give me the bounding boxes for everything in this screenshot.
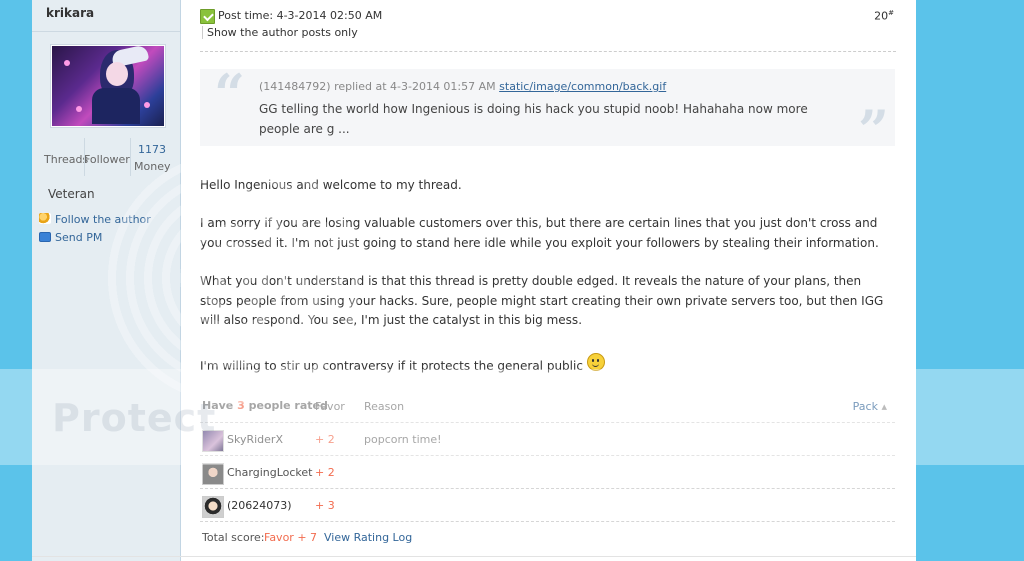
quote-text: GG telling the world how Ingenious is do… [259,102,808,136]
follow-icon [39,213,51,224]
stat-money[interactable]: 1173 Money [130,138,174,178]
rating-count-value: 3 [237,399,245,412]
post-paragraph: What you don't understand is that this t… [200,274,884,327]
follow-label: Follow the author [55,213,151,226]
chevron-up-icon: ▴ [881,400,887,413]
follow-author-link[interactable]: Follow the author [39,213,151,226]
pm-label: Send PM [55,231,103,244]
view-rating-log-link[interactable]: View Rating Log [324,531,412,544]
divider [32,31,180,32]
post-paragraph: I'm willing to stir up contraversy if it… [200,359,583,373]
rater-reason: popcorn time! [364,433,442,446]
quote-meta-text: (141484792) replied at 4-3-2014 01:57 AM [259,80,496,93]
quote-back-link[interactable]: static/image/common/back.gif [499,80,666,93]
rating-section: Have 3 people rated Favor Reason Pack ▴ … [200,396,895,550]
close-quote-icon: ” [857,98,889,162]
stat-value: 1173 [138,143,166,156]
author-panel: krikara Threads Follower 1173 Money Vete… [32,0,181,561]
avatar-image [52,46,164,126]
rater-score: + 2 [315,466,335,479]
rating-header: Have 3 people rated Favor Reason Pack ▴ [200,396,895,423]
floor-number[interactable]: 20# [874,9,894,23]
divider [200,51,896,52]
send-pm-link[interactable]: Send PM [39,231,102,244]
author-stats: Threads Follower 1173 Money [40,138,172,178]
rating-row: (20624073) + 3 [200,489,895,522]
online-status-icon [200,9,215,24]
forum-page: krikara Threads Follower 1173 Money Vete… [32,0,916,561]
rater-name[interactable]: ChargingLocket [227,466,313,479]
rating-row: ChargingLocket + 2 [200,456,895,489]
post-time: Post time: 4-3-2014 02:50 AM [218,9,383,22]
post-paragraph: Hello Ingenious and welcome to my thread… [200,178,462,192]
rating-count: Have 3 people rated [202,399,328,412]
rater-avatar[interactable] [202,496,224,518]
rating-have-prefix: Have [202,399,234,412]
favor-header: Favor [315,400,345,413]
divider [32,556,916,557]
smiley-icon [586,353,605,371]
rater-name[interactable]: (20624073) [227,499,292,512]
rater-score: + 3 [315,499,335,512]
rater-score: + 2 [315,433,335,446]
author-rank: Veteran [48,187,95,201]
floor-value: 20 [874,9,889,23]
stat-label: Follower [84,153,130,166]
post-paragraph-last: I'm willing to stir up contraversy if it… [200,353,890,377]
mail-icon [39,232,51,242]
stat-label: Threads [44,153,89,166]
author-name[interactable]: krikara [46,6,94,20]
stat-follower[interactable]: Follower [84,138,130,178]
show-author-only-link[interactable]: Show the author posts only [202,26,358,39]
total-score-label: Total score: [202,531,265,544]
open-quote-icon: “ [214,62,246,126]
author-avatar[interactable] [50,44,166,128]
post-paragraph: I am sorry if you are losing valuable cu… [200,216,879,250]
reason-header: Reason [364,400,405,413]
pack-toggle[interactable]: Pack ▴ [853,400,887,413]
quote-block: “ (141484792) replied at 4-3-2014 01:57 … [200,62,895,157]
rater-avatar[interactable] [202,463,224,485]
rating-row: SkyRiderX + 2 popcorn time! [200,423,895,456]
rater-name[interactable]: SkyRiderX [227,433,283,446]
stat-threads[interactable]: Threads [44,138,88,178]
stat-label: Money [134,160,171,173]
quote-meta: (141484792) replied at 4-3-2014 01:57 AM… [259,80,666,93]
rater-avatar[interactable] [202,430,224,452]
pack-label: Pack [852,400,878,413]
total-favor: Favor + 7 [264,531,318,544]
floor-suffix: # [888,9,894,17]
rating-total: Total score: Favor + 7 View Rating Log [200,522,895,550]
